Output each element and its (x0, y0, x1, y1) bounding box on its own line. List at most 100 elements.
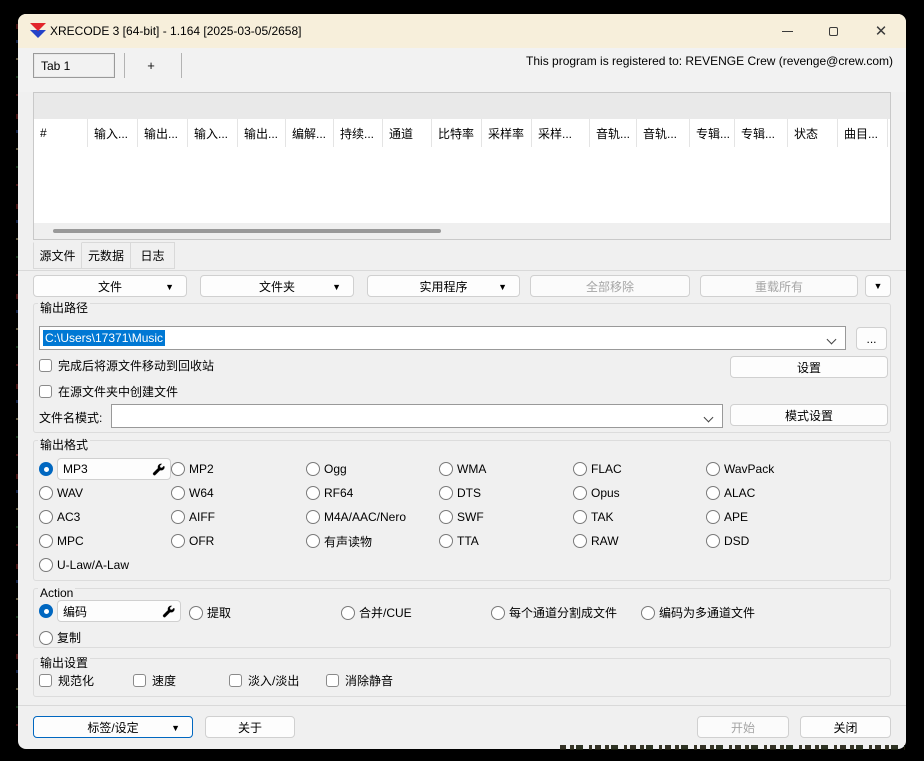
format-option[interactable]: WavPack (706, 457, 887, 481)
chevron-down-icon[interactable] (704, 413, 712, 421)
about-button[interactable]: 关于 (205, 716, 295, 738)
action-option-encode[interactable]: 编码 (39, 600, 181, 622)
column-header[interactable]: 输出... (138, 119, 188, 147)
radio-icon (39, 604, 53, 618)
remove-all-button[interactable]: 全部移除 (530, 275, 690, 297)
browse-button[interactable]: ... (856, 327, 887, 350)
column-header[interactable]: 采样... (532, 119, 590, 147)
tags-settings-button[interactable]: 标签/设定 ▼ (33, 716, 193, 738)
wrench-icon[interactable] (162, 605, 175, 618)
radio-icon (39, 510, 53, 524)
tab-separator (124, 53, 125, 78)
more-actions-button[interactable]: ▼ (865, 275, 891, 297)
close-app-button[interactable]: 关闭 (800, 716, 891, 738)
create-in-source-checkbox[interactable]: 在源文件夹中创建文件 (39, 383, 178, 400)
format-option[interactable]: MP2 (171, 457, 306, 481)
format-option[interactable]: FLAC (573, 457, 706, 481)
action-option[interactable]: 合并/CUE (341, 604, 412, 621)
checkbox-box (39, 385, 52, 398)
start-button[interactable]: 开始 (697, 716, 789, 738)
speed-checkbox[interactable]: 速度 (133, 672, 176, 689)
action-option[interactable]: 复制 (39, 629, 81, 646)
maximize-icon (829, 27, 838, 36)
format-label: FLAC (591, 462, 622, 476)
remove-silence-checkbox[interactable]: 消除静音 (326, 672, 393, 689)
action-option[interactable]: 提取 (189, 604, 231, 621)
reload-all-button[interactable]: 重载所有 (700, 275, 858, 297)
scrollbar-thumb[interactable] (53, 229, 441, 233)
format-option-mp3[interactable]: MP3 (39, 457, 171, 481)
column-header[interactable]: 持续... (334, 119, 383, 147)
column-header[interactable]: 专辑... (735, 119, 788, 147)
format-option[interactable]: WMA (439, 457, 573, 481)
format-option[interactable]: OFR (171, 529, 306, 553)
format-option[interactable]: DTS (439, 481, 573, 505)
format-preset-box[interactable]: MP3 (57, 458, 171, 480)
action-label: 编码 (63, 603, 158, 620)
chevron-down-icon[interactable] (827, 335, 835, 343)
action-preset-box[interactable]: 编码 (57, 600, 181, 622)
column-header[interactable]: 音轨... (637, 119, 690, 147)
horizontal-scrollbar[interactable] (34, 223, 890, 239)
folder-menu-button[interactable]: 文件夹 ▼ (200, 275, 354, 297)
format-option[interactable]: SWF (439, 505, 573, 529)
column-header[interactable]: 采样率 (482, 119, 532, 147)
format-option[interactable]: APE (706, 505, 887, 529)
format-option[interactable]: MPC (39, 529, 171, 553)
format-option[interactable]: TTA (439, 529, 573, 553)
column-header[interactable]: 编解... (286, 119, 334, 147)
output-path-combobox[interactable]: C:\Users\17371\Music (39, 326, 846, 350)
utilities-menu-button[interactable]: 实用程序 ▼ (367, 275, 520, 297)
column-header[interactable]: 音轨... (590, 119, 637, 147)
tab-source-files[interactable]: 源文件 (33, 242, 82, 269)
fade-checkbox[interactable]: 淡入/淡出 (229, 672, 299, 689)
format-option[interactable]: Opus (573, 481, 706, 505)
pattern-settings-button[interactable]: 模式设置 (730, 404, 888, 426)
action-label: 编码为多通道文件 (659, 604, 755, 621)
checkbox-box (39, 359, 52, 372)
format-option[interactable]: DSD (706, 529, 887, 553)
format-option[interactable]: RAW (573, 529, 706, 553)
dropdown-arrow-icon: ▼ (165, 282, 174, 292)
format-label: RF64 (324, 486, 353, 500)
wrench-icon[interactable] (152, 463, 165, 476)
format-option[interactable]: RF64 (306, 481, 439, 505)
column-header[interactable]: 比特率 (432, 119, 482, 147)
action-option[interactable]: 每个通道分割成文件 (491, 604, 617, 621)
tab-metadata[interactable]: 元数据 (82, 242, 131, 269)
format-option[interactable]: AC3 (39, 505, 171, 529)
separator (18, 270, 906, 271)
move-to-recycle-checkbox[interactable]: 完成后将源文件移动到回收站 (39, 357, 214, 374)
tab-1[interactable]: Tab 1 (33, 53, 115, 78)
column-header[interactable]: 通道 (383, 119, 432, 147)
column-header[interactable]: # (34, 119, 88, 147)
column-header[interactable]: 输入... (188, 119, 238, 147)
normalize-checkbox[interactable]: 规范化 (39, 672, 94, 689)
add-tab-button[interactable]: + (130, 53, 172, 78)
format-option[interactable]: ALAC (706, 481, 887, 505)
column-header[interactable]: 曲目... (838, 119, 888, 147)
tab-log[interactable]: 日志 (131, 242, 175, 269)
format-option[interactable]: U-Law/A-Law (39, 553, 171, 577)
remove-silence-label: 消除静音 (345, 672, 393, 689)
file-menu-button[interactable]: 文件 ▼ (33, 275, 187, 297)
action-option[interactable]: 编码为多通道文件 (641, 604, 755, 621)
radio-icon (39, 486, 53, 500)
format-option[interactable]: Ogg (306, 457, 439, 481)
format-option[interactable]: 有声读物 (306, 529, 439, 553)
minimize-button[interactable] (764, 14, 810, 48)
utilities-menu-label: 实用程序 (419, 278, 467, 295)
column-header[interactable]: 专辑... (690, 119, 735, 147)
column-header[interactable]: 状态 (788, 119, 838, 147)
column-header[interactable]: 输出... (238, 119, 286, 147)
format-option[interactable]: TAK (573, 505, 706, 529)
settings-button[interactable]: 设置 (730, 356, 888, 378)
maximize-button[interactable] (810, 14, 856, 48)
format-option[interactable]: M4A/AAC/Nero (306, 505, 439, 529)
filename-pattern-combobox[interactable] (111, 404, 723, 428)
format-option[interactable]: WAV (39, 481, 171, 505)
close-button[interactable]: ✕ (858, 14, 904, 48)
format-option[interactable]: AIFF (171, 505, 306, 529)
column-header[interactable]: 输入... (88, 119, 138, 147)
format-option[interactable]: W64 (171, 481, 306, 505)
